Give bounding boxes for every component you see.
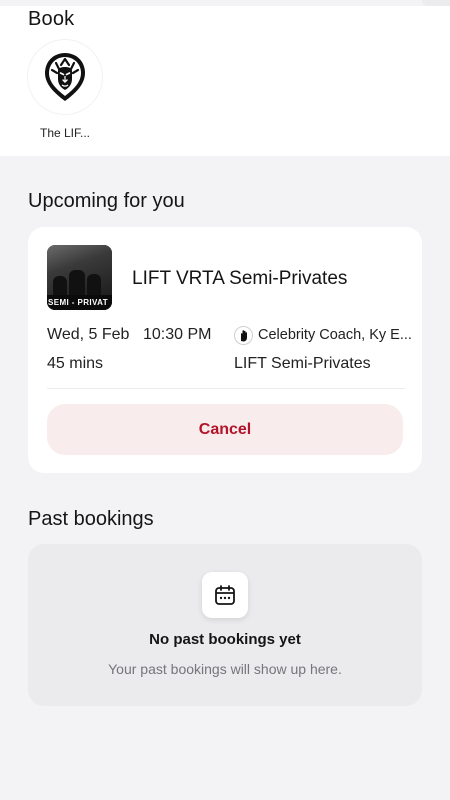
bookings-screen: Book The LIF... Upcoming for you SEMI - … bbox=[0, 0, 450, 800]
book-heading: Book bbox=[28, 8, 75, 30]
top-strip bbox=[0, 0, 450, 6]
lion-logo-icon bbox=[45, 53, 85, 101]
calendar-tile bbox=[202, 572, 248, 618]
venue-logo[interactable] bbox=[28, 40, 102, 114]
venue-name: The LIF... bbox=[39, 126, 91, 140]
booking-time: 10:30 PM bbox=[143, 326, 212, 343]
coach-avatar bbox=[234, 325, 253, 345]
coach-row: Celebrity Coach, Ky E... bbox=[234, 325, 416, 345]
past-bookings-empty-state: No past bookings yet Your past bookings … bbox=[28, 544, 422, 706]
thumbnail-caption: SEMI - PRIVAT bbox=[47, 295, 112, 310]
booking-date: Wed, 5 Feb bbox=[47, 326, 130, 343]
booking-duration: 45 mins bbox=[47, 355, 104, 372]
empty-state-title: No past bookings yet bbox=[149, 631, 301, 648]
booking-category: LIFT Semi-Privates bbox=[234, 355, 371, 372]
venue-tile[interactable]: The LIF... bbox=[28, 40, 102, 140]
class-name: LIFT VRTA Semi-Privates bbox=[132, 268, 348, 289]
past-bookings-heading: Past bookings bbox=[28, 508, 154, 530]
cancel-button[interactable]: Cancel bbox=[47, 404, 403, 455]
book-section: Book The LIF... bbox=[0, 0, 450, 156]
calendar-icon bbox=[215, 585, 235, 605]
card-divider bbox=[47, 388, 405, 389]
upcoming-heading: Upcoming for you bbox=[28, 190, 185, 212]
upcoming-booking-card[interactable]: SEMI - PRIVAT LIFT VRTA Semi-Privates We… bbox=[28, 227, 422, 473]
coach-name: Celebrity Coach, Ky E... bbox=[258, 327, 412, 343]
empty-state-subtitle: Your past bookings will show up here. bbox=[108, 661, 342, 677]
class-thumbnail: SEMI - PRIVAT bbox=[47, 245, 112, 310]
top-strip-corner bbox=[422, 0, 450, 6]
hand-icon bbox=[241, 329, 247, 341]
